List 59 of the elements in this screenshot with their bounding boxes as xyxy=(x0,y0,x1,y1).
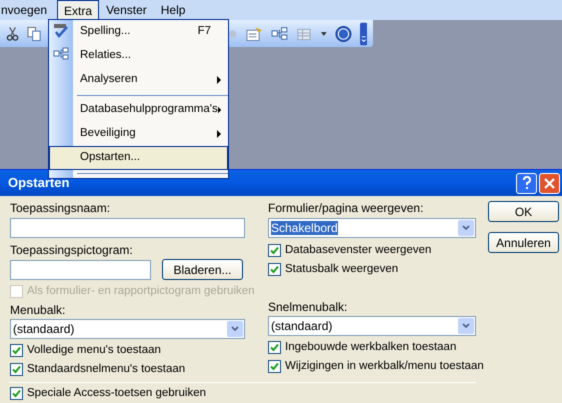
select-value: (standaard) xyxy=(271,319,332,333)
checkbox[interactable] xyxy=(10,363,23,376)
menu-bar-item[interactable]: Extra xyxy=(57,0,100,20)
submenu-arrow-icon xyxy=(217,130,221,138)
form-select[interactable]: Schakelbord xyxy=(268,218,476,238)
menu-item[interactable]: Opstarten... xyxy=(49,146,228,170)
checkbox-label: Speciale Access-toetsen gebruiken xyxy=(27,386,206,401)
menu-bar-item[interactable]: Venster xyxy=(99,0,154,20)
checkbox-label: Ingebouwde werkbalken toestaan xyxy=(285,340,456,355)
help-button[interactable] xyxy=(516,172,537,194)
field-label: Menubalk: xyxy=(10,302,66,318)
checkbox-label: Databasevenster weergeven xyxy=(285,242,432,258)
shortcut-menu-bar-select[interactable]: (standaard) xyxy=(268,316,476,336)
window-title: Opstarten xyxy=(8,174,70,192)
checkbox-label: Volledige menu's toestaan xyxy=(27,342,161,358)
menu-bar-item[interactable]: Help xyxy=(154,0,192,20)
question-mark-icon xyxy=(522,176,532,190)
input-field[interactable] xyxy=(10,218,245,238)
select-value: Schakelbord xyxy=(271,221,338,235)
shortcut-label: F7 xyxy=(198,24,212,40)
field-label: Snelmenubalk: xyxy=(268,299,348,315)
close-icon xyxy=(544,178,555,188)
submenu-arrow-icon xyxy=(217,76,221,84)
menu-item[interactable]: Analyseren xyxy=(73,68,228,92)
checkbox-label: Wijzigingen in werkbalk/menu toestaan xyxy=(285,358,484,374)
caret-icon[interactable] xyxy=(320,32,327,36)
input-field[interactable] xyxy=(10,260,151,280)
dialog-button[interactable]: Annuleren xyxy=(488,232,559,253)
select-value: (standaard) xyxy=(13,322,74,336)
toolbar-options-icon[interactable] xyxy=(360,22,367,46)
browse-button[interactable]: Bladeren... xyxy=(162,259,243,280)
field-label: Formulier/pagina weergeven: xyxy=(268,200,424,216)
checkbox[interactable] xyxy=(268,263,281,276)
scissors-icon[interactable] xyxy=(6,26,20,42)
copy-icon[interactable] xyxy=(27,26,42,42)
menu-bar-item[interactable]: nvoegen xyxy=(0,0,56,20)
field-label: Toepassingspictogram: xyxy=(10,242,134,258)
dialog-button[interactable]: OK xyxy=(488,201,559,222)
spell-check-icon xyxy=(53,23,69,39)
checkbox-label: Als formulier- en rapportpictogram gebruiken xyxy=(27,284,255,299)
checkbox[interactable] xyxy=(268,341,281,354)
checkbox-label: Standaardsnelmenu's toestaan xyxy=(27,362,186,377)
relationships-icon[interactable] xyxy=(271,26,288,42)
menu-item[interactable]: Relaties... xyxy=(73,44,228,68)
checkbox[interactable] xyxy=(10,344,23,357)
help-icon[interactable] xyxy=(334,24,352,43)
close-button[interactable] xyxy=(539,172,560,194)
menu-bar-select[interactable]: (standaard) xyxy=(10,319,245,339)
menu-item[interactable]: Spelling... F7 xyxy=(73,20,228,44)
checkbox-label: Statusbalk weergeven xyxy=(285,262,398,277)
submenu-arrow-icon xyxy=(218,106,221,114)
checkbox[interactable] xyxy=(10,387,23,400)
relationships-icon xyxy=(53,47,69,61)
checkbox[interactable] xyxy=(268,360,281,373)
properties-icon[interactable] xyxy=(246,26,264,42)
menu-item[interactable]: Beveiliging xyxy=(73,122,228,146)
checkbox[interactable] xyxy=(268,244,281,257)
field-label: Toepassingsnaam: xyxy=(10,200,112,216)
menu-item[interactable]: Databasehulpprogramma's xyxy=(73,98,228,122)
